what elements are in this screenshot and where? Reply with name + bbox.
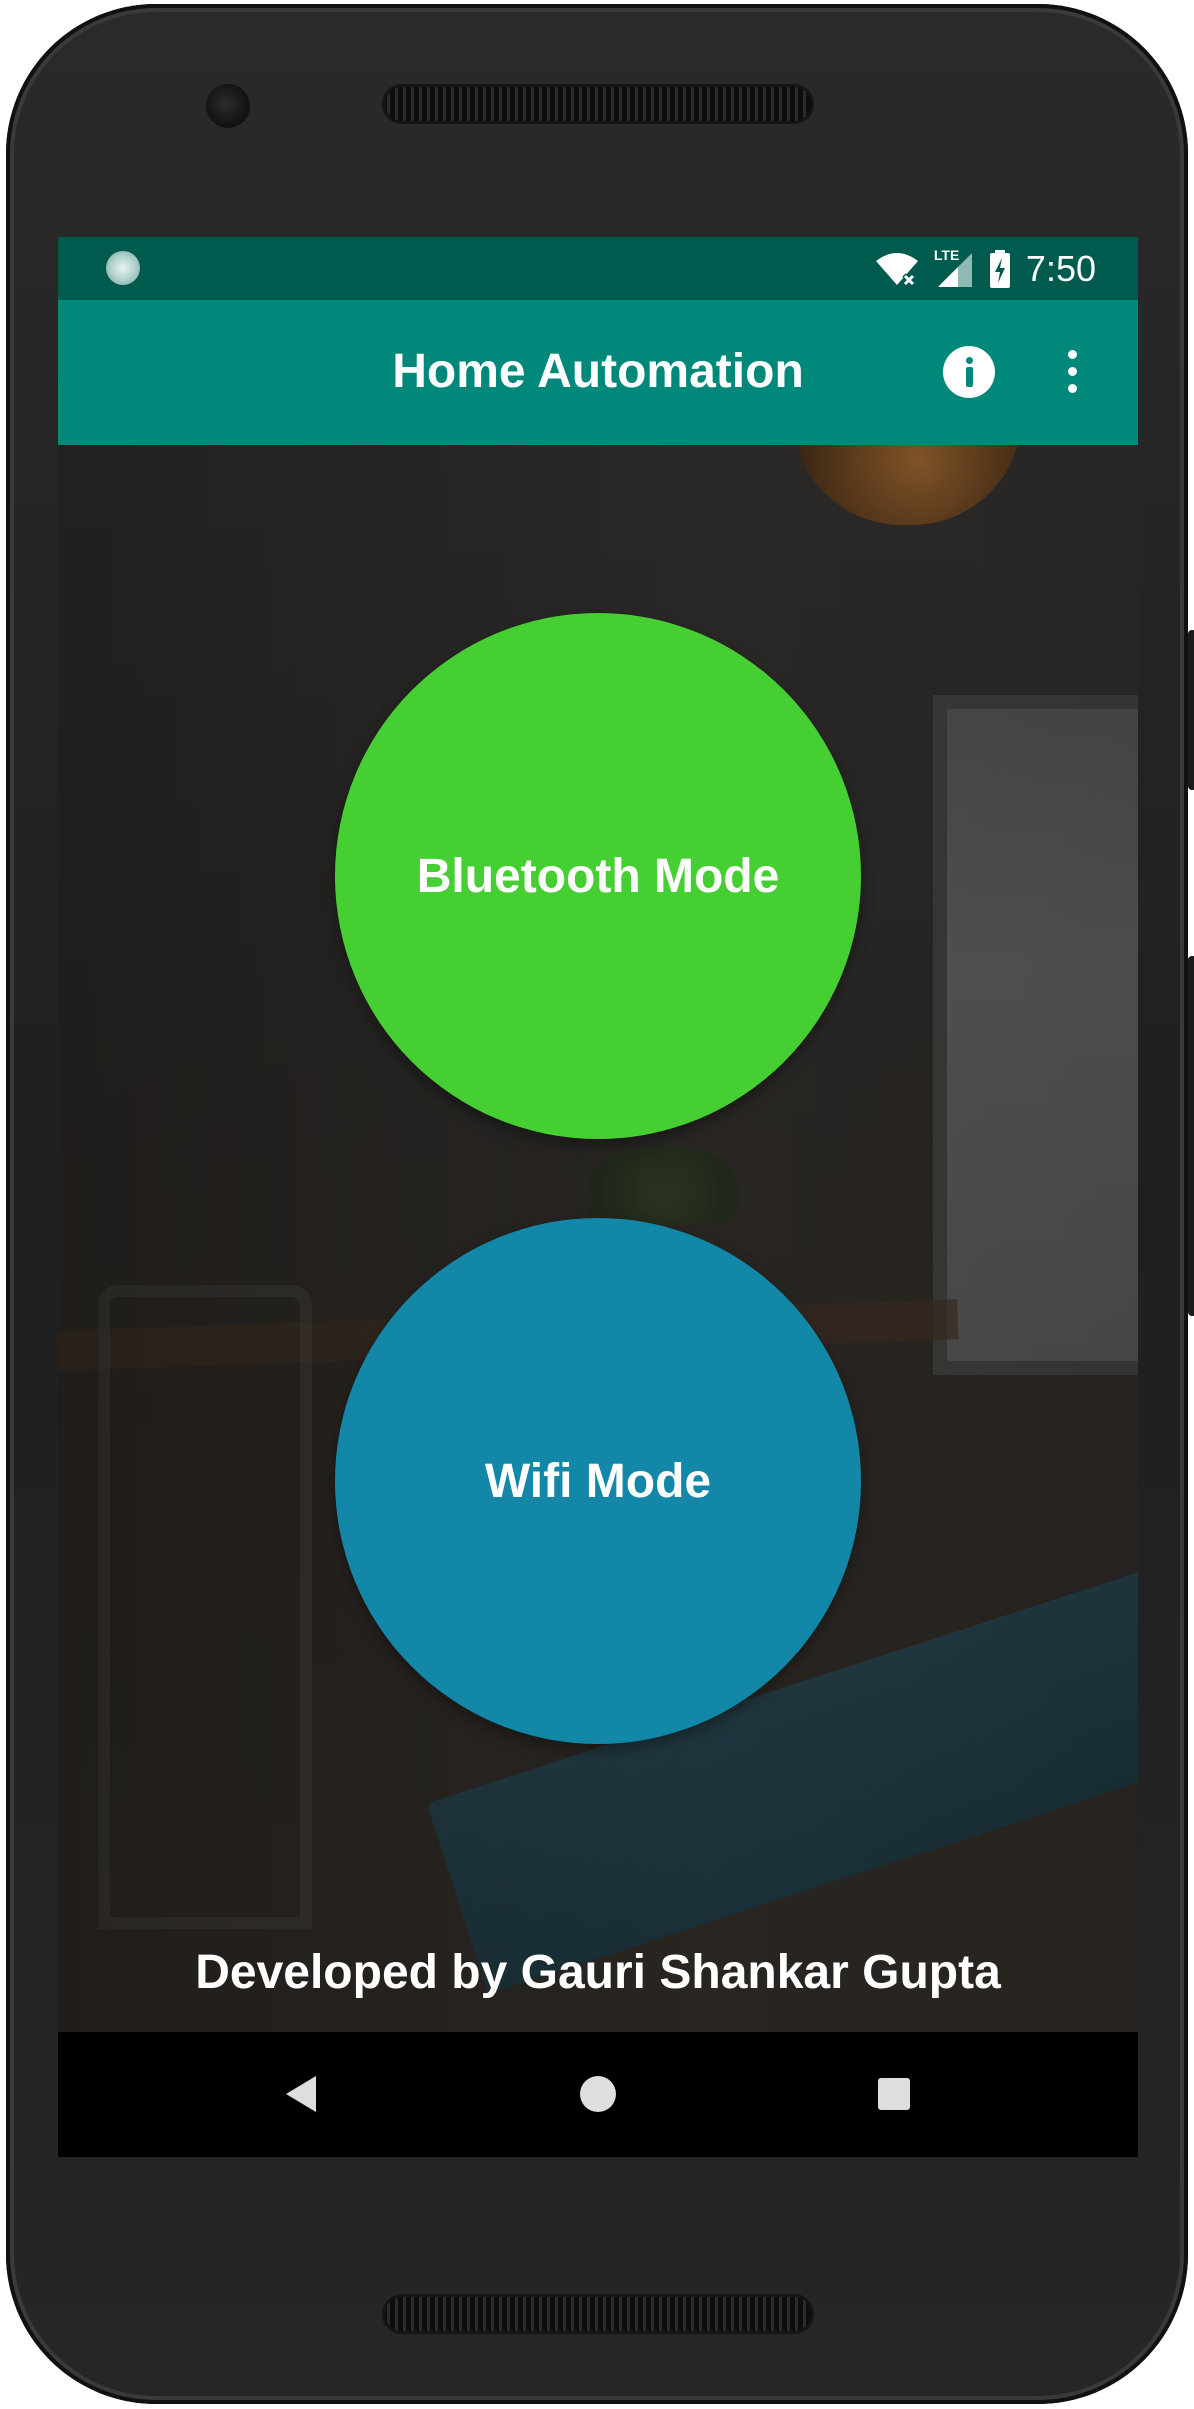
front-camera [206,84,250,128]
top-speaker-grille [382,84,814,124]
status-icons: LTE 7:50 [874,245,1096,293]
battery-charging-icon [989,250,1010,288]
status-bar: LTE 7:50 [58,237,1138,300]
clock: 7:50 [1025,248,1096,289]
bottom-speaker-grille [382,2294,814,2334]
main-content: Bluetooth Mode Wifi Mode Developed by Ga… [58,445,1138,2032]
developer-credit: Developed by Gauri Shankar Gupta [195,1946,1001,1999]
wifi-off-icon [875,253,918,287]
wifi-mode-label: Wifi Mode [484,1454,712,1508]
navigation-bar [58,2032,1138,2157]
more-vert-icon[interactable] [1058,340,1088,404]
bluetooth-mode-label: Bluetooth Mode [416,849,780,903]
sync-icon [106,251,140,285]
app-bar: Home Automation [58,300,1138,445]
phone-frame: LTE 7:50 Home Automation Bluetooth Mode … [6,4,1194,2404]
wifi-mode-button[interactable]: Wifi Mode [335,1218,861,1744]
back-icon[interactable] [280,2072,324,2116]
power-button [1188,630,1194,790]
volume-button [1188,956,1194,1316]
home-icon[interactable] [576,2072,620,2116]
bluetooth-mode-button[interactable]: Bluetooth Mode [335,613,861,1139]
screen: LTE 7:50 Home Automation Bluetooth Mode … [58,237,1138,2157]
recents-icon[interactable] [872,2072,916,2116]
cell-signal-icon: LTE [934,247,974,289]
info-icon[interactable] [943,346,995,398]
